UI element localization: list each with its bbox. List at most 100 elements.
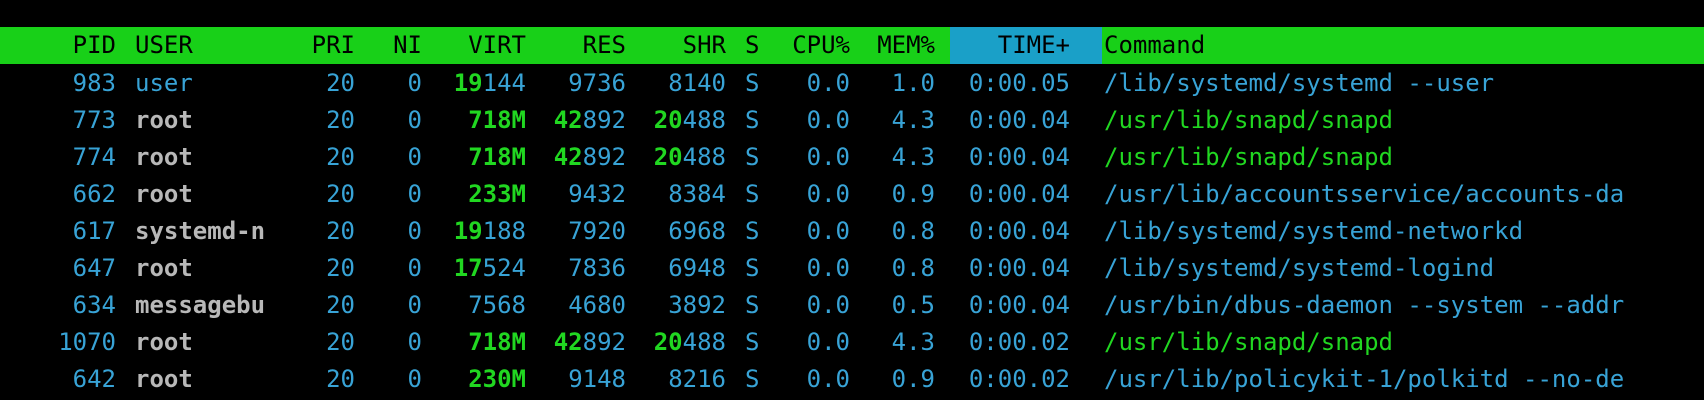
process-res: 4680 — [530, 287, 626, 324]
process-virt: 718M — [430, 102, 526, 139]
process-row[interactable]: 774 root 20 0 718M 42892 20488 S 0.0 4.3 0:00.04/u… — [0, 139, 1704, 176]
process-res: 9148 — [530, 361, 626, 398]
process-virt: 233M — [430, 176, 526, 213]
process-state: S — [745, 291, 760, 319]
process-row[interactable]: 983 user 20 0 19144 9736 8140 S 0.0 1.0 0:00.05/li… — [0, 65, 1704, 102]
process-virt: 718M — [430, 139, 526, 176]
process-time: 0:00.04 — [968, 291, 1070, 319]
column-header-res[interactable]: RES — [530, 27, 626, 64]
htop-terminal: PID USER PRI NI VIRT RES SHR S CPU% MEM%… — [0, 0, 1704, 400]
process-pid: 617 — [72, 217, 116, 245]
column-header-command[interactable]: Command — [1104, 27, 1404, 64]
process-shr-low-digits: 8216 — [668, 365, 726, 393]
process-res: 7920 — [530, 213, 626, 250]
process-priority: 20 — [326, 143, 355, 171]
process-mem: 0.8 — [891, 254, 935, 282]
process-time: 0:00.02 — [968, 365, 1070, 393]
process-res-low-digits: 892 — [582, 106, 626, 134]
process-shr: 20488 — [630, 139, 726, 176]
process-user: root — [135, 365, 193, 393]
process-priority: 20 — [326, 217, 355, 245]
process-shr: 6968 — [630, 213, 726, 250]
process-nice: 0 — [407, 254, 422, 282]
process-priority: 20 — [326, 254, 355, 282]
process-res: 9736 — [530, 65, 626, 102]
process-nice: 0 — [407, 106, 422, 134]
process-row[interactable]: 634 messagebu 20 0 7568 4680 3892 S 0.0 0.5 0:00.0… — [0, 287, 1704, 324]
process-command: /usr/bin/dbus-daemon --system --addr — [1104, 291, 1625, 319]
process-cpu: 0.0 — [806, 365, 850, 393]
column-header-state[interactable]: S — [745, 27, 765, 64]
process-priority: 20 — [326, 291, 355, 319]
column-header-shr[interactable]: SHR — [630, 27, 726, 64]
process-nice: 0 — [407, 217, 422, 245]
process-user: root — [135, 180, 193, 208]
process-cpu: 0.0 — [806, 106, 850, 134]
process-row[interactable]: 642 root 20 0 230M 9148 8216 S 0.0 0.9 0:00.02/usr… — [0, 361, 1704, 398]
process-pid: 647 — [72, 254, 116, 282]
process-virt-high-digits: 233M — [468, 180, 526, 208]
process-res-high-digits: 42 — [553, 143, 583, 171]
process-res-low-digits: 7920 — [568, 217, 626, 245]
process-shr-low-digits: 3892 — [668, 291, 726, 319]
process-cpu: 0.0 — [806, 254, 850, 282]
process-command: /usr/lib/accountsservice/accounts-da — [1104, 180, 1625, 208]
process-virt-high-digits: 718M — [468, 143, 526, 171]
process-cpu: 0.0 — [806, 217, 850, 245]
process-res-low-digits: 9148 — [568, 365, 626, 393]
column-header-mem[interactable]: MEM% — [855, 27, 935, 64]
process-state: S — [745, 143, 760, 171]
column-header-virt[interactable]: VIRT — [430, 27, 526, 64]
column-header-pri[interactable]: PRI — [280, 27, 355, 64]
process-virt: 19144 — [430, 65, 526, 102]
process-user: root — [135, 328, 193, 356]
process-shr-low-digits: 488 — [682, 328, 726, 356]
process-time: 0:00.04 — [968, 180, 1070, 208]
process-row[interactable]: 617 systemd-n 20 0 19188 7920 6968 S 0.0 0.8 0:00.… — [0, 213, 1704, 250]
process-shr: 20488 — [630, 324, 726, 361]
process-res-low-digits: 892 — [582, 328, 626, 356]
process-state: S — [745, 365, 760, 393]
process-command: /lib/systemd/systemd-logind — [1104, 254, 1495, 282]
process-time: 0:00.04 — [968, 254, 1070, 282]
process-row[interactable]: 1070 root 20 0 718M 42892 20488 S 0.0 4.3 0:00.02/… — [0, 324, 1704, 361]
process-shr: 6948 — [630, 250, 726, 287]
process-row[interactable]: 647 root 20 0 17524 7836 6948 S 0.0 0.8 0:00.04/li… — [0, 250, 1704, 287]
process-cpu: 0.0 — [806, 69, 850, 97]
process-pid: 774 — [72, 143, 116, 171]
column-header-pid[interactable]: PID — [40, 27, 116, 64]
column-header-user[interactable]: USER — [135, 27, 255, 64]
process-shr-low-digits: 8140 — [668, 69, 726, 97]
process-virt: 718M — [430, 324, 526, 361]
process-shr: 8216 — [630, 361, 726, 398]
process-shr-high-digits: 20 — [653, 328, 683, 356]
process-shr-low-digits: 488 — [682, 143, 726, 171]
process-cpu: 0.0 — [806, 143, 850, 171]
column-header-time-sorted[interactable]: TIME+ — [950, 27, 1102, 64]
process-res-low-digits: 892 — [582, 143, 626, 171]
process-time: 0:00.04 — [968, 217, 1070, 245]
process-priority: 20 — [326, 328, 355, 356]
column-header-cpu[interactable]: CPU% — [770, 27, 850, 64]
process-row[interactable]: 773 root 20 0 718M 42892 20488 S 0.0 4.3 0:00.04/u… — [0, 102, 1704, 139]
process-mem: 4.3 — [891, 106, 935, 134]
column-header-ni[interactable]: NI — [360, 27, 422, 64]
process-time: 0:00.04 — [968, 143, 1070, 171]
process-state: S — [745, 180, 760, 208]
process-virt-high-digits: 718M — [468, 106, 526, 134]
process-res: 9432 — [530, 176, 626, 213]
process-pid: 662 — [72, 180, 116, 208]
process-mem: 4.3 — [891, 143, 935, 171]
process-time: 0:00.04 — [968, 106, 1070, 134]
process-shr: 20488 — [630, 102, 726, 139]
column-header-time-label: TIME+ — [997, 31, 1070, 59]
process-shr-low-digits: 6968 — [668, 217, 726, 245]
process-nice: 0 — [407, 365, 422, 393]
process-virt-high-digits: 17 — [453, 254, 483, 282]
process-pid: 983 — [72, 69, 116, 97]
process-res: 42892 — [530, 324, 626, 361]
process-row[interactable]: 662 root 20 0 233M 9432 8384 S 0.0 0.9 0:00.04/usr… — [0, 176, 1704, 213]
process-time: 0:00.05 — [968, 69, 1070, 97]
process-virt: 17524 — [430, 250, 526, 287]
process-shr: 8384 — [630, 176, 726, 213]
